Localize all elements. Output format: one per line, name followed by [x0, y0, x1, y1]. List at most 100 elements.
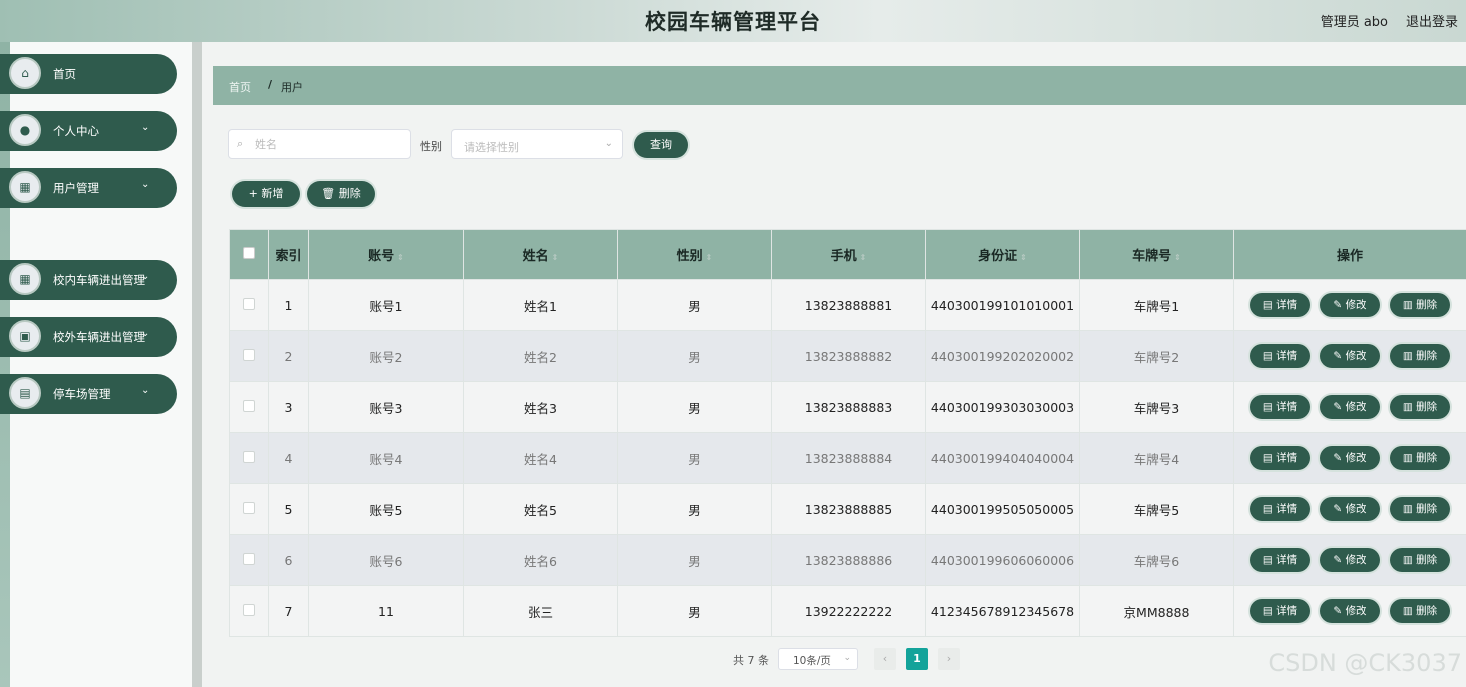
edit-button[interactable]: ✎ 修改	[1320, 497, 1380, 521]
trash-icon: ▥	[1402, 503, 1417, 515]
column-header-gender[interactable]: 性别 ⇕	[617, 229, 772, 280]
cell-id-card: 440300199101010001	[925, 279, 1080, 331]
name-search-input[interactable]	[253, 137, 407, 152]
delete-button[interactable]: ▥ 删除	[1390, 548, 1450, 572]
delete-button[interactable]: ▥ 删除	[1390, 599, 1450, 623]
pencil-icon: ✎	[1333, 452, 1346, 464]
row-select-cell[interactable]	[229, 330, 269, 382]
row-select-cell[interactable]	[229, 534, 269, 586]
detail-button[interactable]: ▤ 详情	[1250, 446, 1310, 470]
detail-button[interactable]: ▤ 详情	[1250, 293, 1310, 317]
row-select-cell[interactable]	[229, 483, 269, 535]
sort-icon[interactable]: ⇕	[860, 253, 867, 262]
gender-select[interactable]: 请选择性别 ⌄	[451, 129, 623, 159]
edit-button[interactable]: ✎ 修改	[1320, 446, 1380, 470]
delete-button[interactable]: ▥ 删除	[1390, 497, 1450, 521]
edit-button[interactable]: ✎ 修改	[1320, 293, 1380, 317]
delete-label: 删除	[1416, 605, 1438, 617]
edit-button[interactable]: ✎ 修改	[1320, 548, 1380, 572]
sort-icon[interactable]: ⇕	[397, 253, 404, 262]
delete-button[interactable]: ▥ 删除	[1390, 344, 1450, 368]
cell-plate: 京MM8888	[1079, 585, 1234, 637]
row-select-cell[interactable]	[229, 432, 269, 484]
row-select-cell[interactable]	[229, 279, 269, 331]
sort-icon[interactable]: ⇕	[1174, 253, 1181, 262]
cell-phone: 13823888882	[771, 330, 926, 382]
cell-account: 11	[308, 585, 464, 637]
cell-plate: 车牌号6	[1079, 534, 1234, 586]
column-header-phone[interactable]: 手机 ⇕	[771, 229, 926, 280]
sidebar-item-personal-center[interactable]: ● 个人中心 ⌄	[0, 111, 177, 151]
sidebar-item-home[interactable]: ⌂ 首页	[0, 54, 177, 94]
detail-button[interactable]: ▤ 详情	[1250, 599, 1310, 623]
row-checkbox[interactable]	[243, 297, 255, 310]
edit-button[interactable]: ✎ 修改	[1320, 344, 1380, 368]
breadcrumb-home[interactable]: 首页	[229, 79, 251, 95]
table-row: 5 账号5 姓名5 男 13823888885 440300199505050005 车牌号…	[229, 483, 1466, 535]
detail-label: 详情	[1276, 605, 1298, 617]
column-header-name[interactable]: 姓名 ⇕	[463, 229, 618, 280]
sidebar-item-campus-vehicle[interactable]: ▦ 校内车辆进出管理 ⌄	[0, 260, 177, 300]
row-select-cell[interactable]	[229, 585, 269, 637]
sidebar-scrollbar[interactable]	[192, 42, 202, 687]
document-icon: ▤	[1262, 350, 1277, 362]
logout-link[interactable]: 退出登录	[1406, 11, 1458, 30]
delete-button[interactable]: ▥ 删除	[1390, 293, 1450, 317]
row-checkbox[interactable]	[243, 450, 255, 463]
page-number-button[interactable]: 1	[906, 648, 928, 670]
column-header-label: 姓名	[522, 249, 549, 264]
column-header-id-card[interactable]: 身份证 ⇕	[925, 229, 1080, 280]
cell-gender: 男	[617, 534, 772, 586]
add-button[interactable]: + 新增	[232, 181, 300, 207]
query-button[interactable]: 查询	[634, 132, 688, 158]
sidebar-item-parking[interactable]: ▤ 停车场管理 ⌄	[0, 374, 177, 414]
document-icon: ▤	[1262, 554, 1277, 566]
chevron-down-icon: ⌄	[141, 271, 150, 282]
edit-label: 修改	[1345, 554, 1367, 566]
detail-button[interactable]: ▤ 详情	[1250, 344, 1310, 368]
row-checkbox[interactable]	[243, 348, 255, 361]
home-icon: ⌂	[9, 57, 41, 89]
detail-button[interactable]: ▤ 详情	[1250, 497, 1310, 521]
cell-phone: 13823888885	[771, 483, 926, 535]
sort-icon[interactable]: ⇕	[552, 253, 559, 262]
page-size-select[interactable]: 10条/页 ⌄	[778, 648, 858, 670]
chevron-down-icon: ⌄	[843, 653, 851, 663]
sort-icon[interactable]: ⇕	[706, 253, 713, 262]
next-page-button[interactable]: ›	[938, 648, 960, 670]
detail-button[interactable]: ▤ 详情	[1250, 395, 1310, 419]
column-header-plate[interactable]: 车牌号 ⇕	[1079, 229, 1234, 280]
cell-phone: 13823888886	[771, 534, 926, 586]
batch-delete-button[interactable]: 🗑 删除	[307, 181, 375, 207]
top-bar: 校园车辆管理平台 管理员 abo 退出登录	[0, 0, 1466, 42]
name-search-box[interactable]: ⌕	[228, 129, 411, 159]
row-checkbox[interactable]	[243, 552, 255, 565]
select-all-checkbox[interactable]	[243, 246, 255, 259]
detail-button[interactable]: ▤ 详情	[1250, 548, 1310, 572]
sidebar-item-external-vehicle[interactable]: ▣ 校外车辆进出管理 ⌄	[0, 317, 177, 357]
prev-page-button[interactable]: ‹	[874, 648, 896, 670]
row-checkbox[interactable]	[243, 399, 255, 412]
cell-plate: 车牌号5	[1079, 483, 1234, 535]
trash-icon: ▥	[1402, 299, 1417, 311]
delete-button[interactable]: ▥ 删除	[1390, 446, 1450, 470]
cell-index: 7	[268, 585, 309, 637]
row-select-cell[interactable]	[229, 381, 269, 433]
cell-gender: 男	[617, 381, 772, 433]
row-checkbox[interactable]	[243, 501, 255, 514]
user-table: 索引 账号 ⇕ 姓名 ⇕ 性别 ⇕ 手机 ⇕ 身份证 ⇕ 车牌号 ⇕ 操作 1 账号1 姓名1 男…	[229, 229, 1466, 637]
delete-button[interactable]: ▥ 删除	[1390, 395, 1450, 419]
breadcrumb: 首页 / 用户	[213, 66, 1466, 105]
edit-label: 修改	[1345, 503, 1367, 515]
select-all-cell[interactable]	[229, 229, 269, 280]
cell-index: 2	[268, 330, 309, 382]
edit-button[interactable]: ✎ 修改	[1320, 395, 1380, 419]
row-checkbox[interactable]	[243, 603, 255, 616]
edit-button[interactable]: ✎ 修改	[1320, 599, 1380, 623]
sidebar-item-user-management[interactable]: ▦ 用户管理 ⌄	[0, 168, 177, 208]
sort-icon[interactable]: ⇕	[1020, 253, 1027, 262]
page-size-value: 10条/页	[793, 655, 831, 667]
briefcase-icon: ▣	[9, 320, 41, 352]
app-title: 校园车辆管理平台	[645, 10, 821, 34]
column-header-account[interactable]: 账号 ⇕	[308, 229, 464, 280]
